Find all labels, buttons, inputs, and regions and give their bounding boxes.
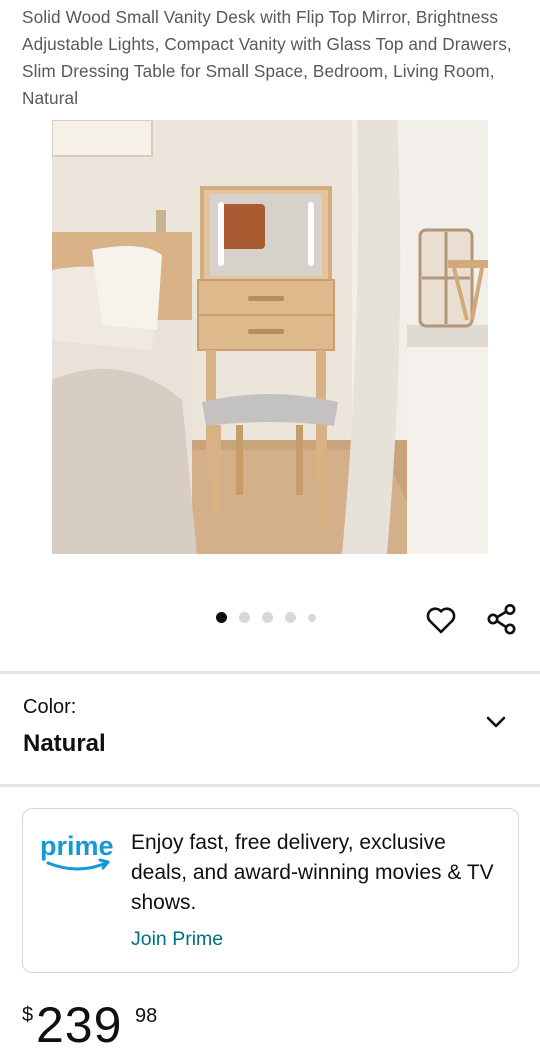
svg-text:prime: prime bbox=[40, 831, 114, 861]
product-image[interactable] bbox=[52, 120, 488, 554]
carousel-dot-1[interactable] bbox=[216, 612, 227, 623]
heart-icon bbox=[426, 607, 456, 634]
section-divider bbox=[0, 784, 540, 787]
add-to-wishlist-button[interactable] bbox=[425, 604, 457, 636]
carousel-dot-5[interactable] bbox=[308, 613, 316, 622]
price-whole: 239 bbox=[36, 997, 123, 1053]
price-currency: $ bbox=[22, 1004, 34, 1026]
image-carousel-dots[interactable] bbox=[216, 612, 316, 623]
price-fraction: 98 bbox=[135, 1005, 158, 1027]
carousel-dot-2[interactable] bbox=[239, 612, 250, 623]
join-prime-link[interactable]: Join Prime bbox=[131, 928, 223, 951]
chevron-down-icon[interactable] bbox=[484, 710, 508, 734]
color-label: Color: bbox=[23, 696, 77, 718]
share-button[interactable] bbox=[485, 602, 519, 636]
prime-message: Enjoy fast, free delivery, exclusive dea… bbox=[131, 831, 494, 914]
product-title: Solid Wood Small Vanity Desk with Flip T… bbox=[22, 7, 512, 108]
selected-color: Natural bbox=[23, 730, 106, 757]
prime-logo: prime bbox=[40, 831, 114, 871]
section-divider bbox=[0, 671, 540, 674]
share-icon bbox=[487, 604, 516, 635]
carousel-dot-3[interactable] bbox=[262, 612, 273, 623]
vanity-desk-photo bbox=[52, 120, 488, 554]
prime-promo-card: prime Enjoy fast, free delivery, exclusi… bbox=[22, 808, 519, 973]
carousel-dot-4[interactable] bbox=[285, 612, 296, 623]
